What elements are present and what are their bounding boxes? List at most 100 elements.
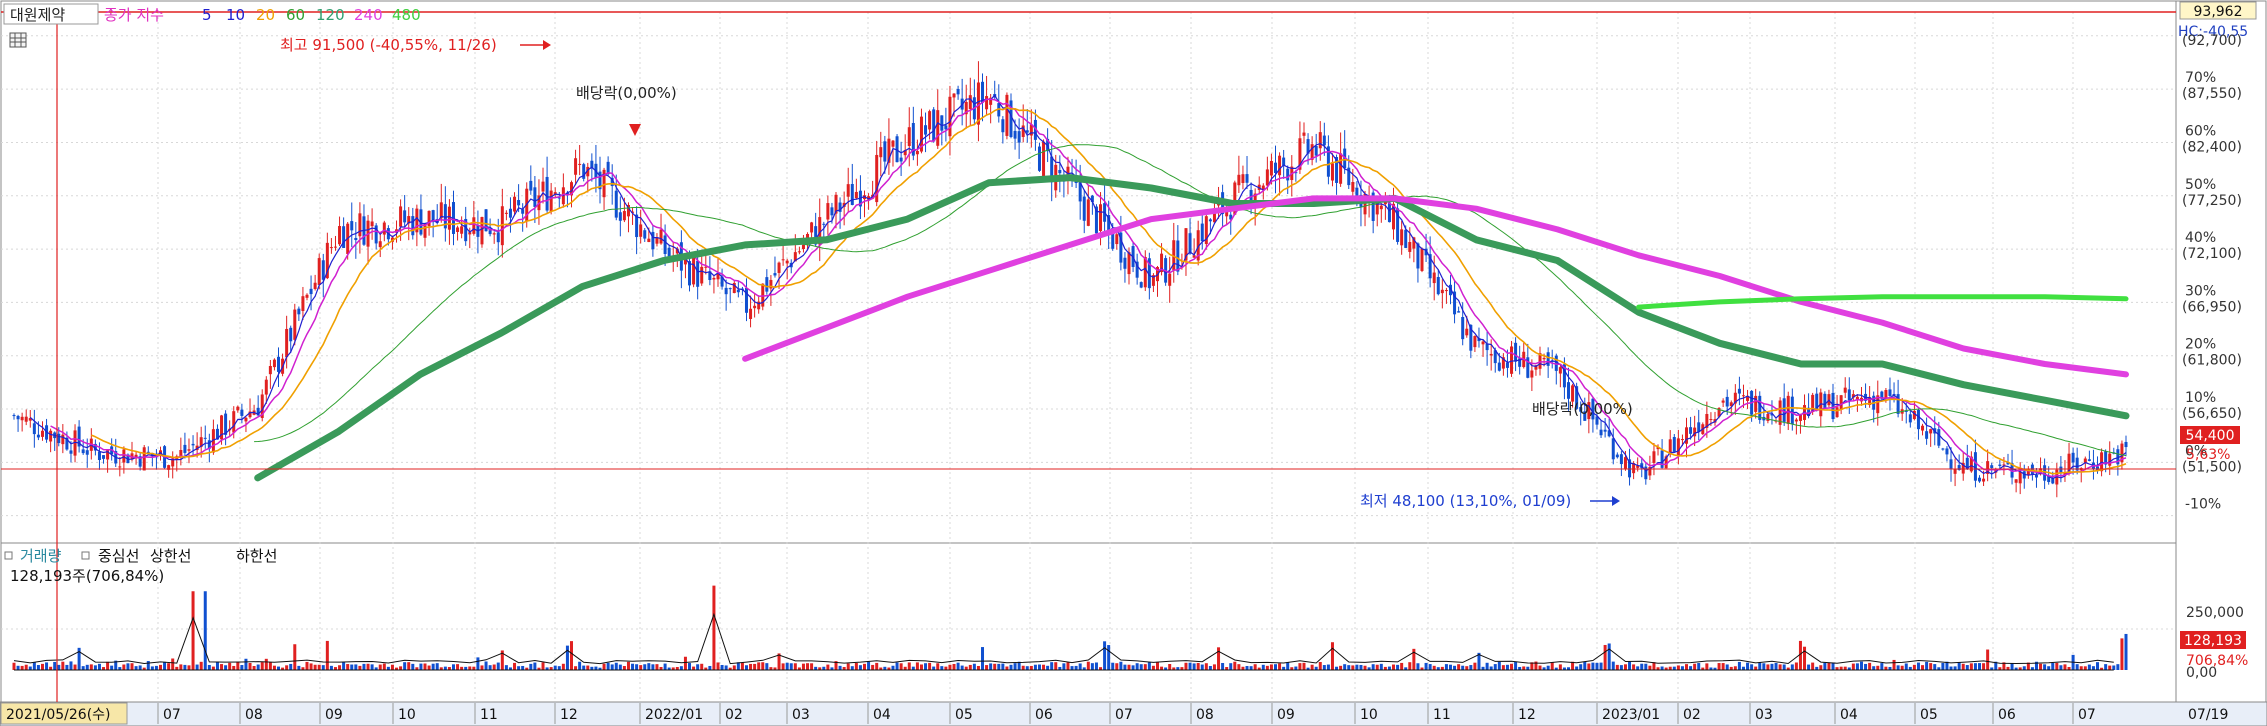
candle-body: [268, 365, 272, 375]
volume-bar: [911, 666, 915, 670]
grid-toggle-icon[interactable]: [9, 32, 27, 48]
candle-body: [1843, 387, 1847, 393]
volume-bar: [626, 661, 630, 670]
candle-body: [688, 261, 692, 286]
date-label: 02: [725, 707, 743, 723]
volume-legend-marker-2: [81, 551, 90, 560]
candle-body: [1831, 392, 1835, 420]
volume-bar: [1249, 666, 1253, 670]
candle-body: [1461, 317, 1465, 340]
volume-bar: [1831, 662, 1835, 670]
volume-bar: [1001, 663, 1005, 670]
candle-body: [647, 238, 651, 243]
volume-bar: [602, 663, 606, 670]
volume-bar: [20, 665, 24, 670]
volume-bar: [899, 663, 903, 670]
candle-body: [1432, 272, 1436, 284]
volume-bar: [187, 665, 191, 670]
volume-bar: [110, 665, 114, 670]
volume-bar: [1766, 664, 1770, 670]
volume-bar: [1351, 665, 1355, 670]
candle-body: [333, 246, 337, 248]
volume-bar: [1062, 663, 1066, 670]
volume-bar: [325, 640, 329, 670]
candle-body: [1737, 388, 1741, 394]
volume-bar: [2116, 664, 2120, 670]
candle-body: [1941, 448, 1945, 450]
candle-body: [736, 289, 740, 293]
axis-pct-tick: 60%: [2185, 123, 2216, 139]
volume-bar: [443, 666, 447, 670]
candle-body: [24, 416, 28, 422]
date-label: 05: [1920, 707, 1938, 723]
volume-bar: [122, 664, 126, 670]
candle-body: [492, 233, 496, 235]
volume-legend-lower: 하한선: [236, 547, 277, 565]
volume-bar: [806, 663, 810, 670]
candle-body: [907, 127, 911, 146]
volume-bar: [297, 665, 301, 670]
volume-bar: [838, 665, 842, 670]
candle-body: [2014, 479, 2018, 483]
volume-bar: [2010, 663, 2014, 670]
volume-bar: [1298, 663, 1302, 670]
volume-bar: [553, 665, 557, 670]
volume-bar: [810, 663, 814, 670]
volume-bar: [309, 663, 313, 670]
volume-bar: [895, 662, 899, 670]
volume-bar: [228, 662, 232, 670]
volume-bar: [2104, 664, 2108, 670]
candle-body: [118, 466, 122, 468]
volume-bar: [1021, 665, 1025, 670]
candle-body: [1754, 395, 1758, 412]
volume-bar: [1514, 661, 1518, 670]
candle-body: [1176, 240, 1180, 272]
axis-pct-tick: 30%: [2185, 283, 2216, 299]
dividend-annotation-1: 배당락(0,00%): [576, 84, 677, 102]
volume-bar: [968, 664, 972, 670]
candle-body: [936, 110, 940, 146]
volume-bar: [2120, 638, 2124, 670]
volume-upper-band: [13, 612, 2114, 665]
volume-bar: [1619, 665, 1623, 670]
axis-price-tick: (87,550): [2182, 86, 2242, 102]
stock-chart[interactable]: 대원제약 종가 지수 5 10 20 60 120 240 480 최고 91,…: [0, 0, 2267, 726]
candle-body: [924, 125, 928, 135]
volume-bar: [2096, 662, 2100, 670]
volume-bar: [134, 666, 138, 670]
candle-body: [1115, 234, 1119, 245]
candle-body: [1086, 199, 1090, 226]
candle-body: [622, 211, 626, 221]
volume-bar: [1868, 662, 1872, 670]
volume-bar: [1880, 663, 1884, 670]
volume-legend-marker: [4, 551, 13, 560]
candle-body: [1782, 398, 1786, 422]
candle-body: [2087, 459, 2091, 461]
axis-pct-tick: 50%: [2185, 177, 2216, 193]
price-candles: [12, 61, 2128, 498]
date-label: 2023/01: [1602, 707, 1660, 723]
candle-body: [724, 287, 728, 295]
volume-bar: [40, 663, 44, 670]
candle-body: [1644, 466, 1648, 480]
candle-body: [968, 95, 972, 109]
volume-bar: [1184, 662, 1188, 670]
volume-bar: [1326, 664, 1330, 670]
low-annotation: 최저 48,100 (13,10%, 01/09): [1360, 492, 1571, 510]
volume-bar: [1196, 662, 1200, 670]
volume-bar: [1912, 664, 1916, 670]
volume-bar: [65, 664, 69, 670]
axis-pct-tick: 20%: [2185, 337, 2216, 353]
candle-body: [801, 244, 805, 250]
volume-bar: [1689, 666, 1693, 670]
volume-bar: [1469, 665, 1473, 670]
candle-body: [944, 125, 948, 130]
candle-body: [1465, 328, 1469, 336]
volume-bar: [541, 662, 545, 670]
volume-bar: [875, 662, 879, 670]
volume-bar: [1147, 662, 1151, 670]
candle-body: [1672, 436, 1676, 452]
volume-bar: [606, 662, 610, 670]
candle-body: [578, 163, 582, 165]
volume-bar: [622, 666, 626, 670]
